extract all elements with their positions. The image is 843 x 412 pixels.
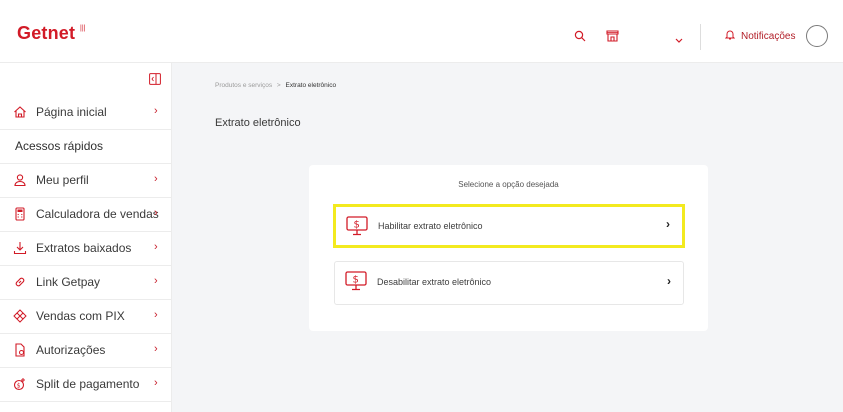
sidebar-collapse-icon[interactable] <box>149 72 161 90</box>
chevron-right-icon: › <box>667 274 671 288</box>
sidebar-item-pix[interactable]: Vendas com PIX › <box>0 300 171 334</box>
section-title: Acessos rápidos <box>15 139 104 153</box>
split-payment-icon: $ <box>13 377 27 391</box>
sidebar-item-label: Split de pagamento <box>36 377 140 391</box>
top-header: Getnet ||| Notificações <box>0 0 843 63</box>
store-icon[interactable] <box>606 29 619 47</box>
chevron-right-icon: › <box>154 207 158 219</box>
card-prompt: Selecione a opção desejada <box>458 180 559 189</box>
options-card: Selecione a opção desejada <box>309 165 708 331</box>
logo-mark: ||| <box>80 25 86 32</box>
sidebar-item-split-payment[interactable]: $ Split de pagamento › <box>0 368 171 402</box>
option-label: Habilitar extrato eletrônico <box>378 221 483 231</box>
header-divider <box>700 24 701 50</box>
download-icon <box>13 241 27 255</box>
page-title: Extrato eletrônico <box>215 117 301 129</box>
notifications-button[interactable]: Notificações <box>724 29 796 43</box>
chevron-right-icon: › <box>154 309 158 321</box>
sidebar-item-label: Vendas com PIX <box>36 309 125 323</box>
home-icon <box>13 105 27 119</box>
sidebar-item-label: Calculadora de vendas <box>36 207 159 221</box>
chevron-right-icon: › <box>154 173 158 185</box>
enable-e-statement-option[interactable]: $ Habilitar extrato eletrônico › <box>333 204 685 248</box>
sidebar-item-calculator[interactable]: Calculadora de vendas › <box>0 198 171 232</box>
breadcrumb-parent[interactable]: Produtos e serviços <box>215 82 272 89</box>
breadcrumb-current: Extrato eletrônico <box>285 82 337 89</box>
breadcrumb-separator: > <box>276 82 281 89</box>
sidebar-item-downloads[interactable]: Extratos baixados › <box>0 232 171 266</box>
bell-icon <box>724 29 736 43</box>
sidebar: Página inicial › Acessos rápidos Meu per… <box>0 63 172 412</box>
dollar-monitor-icon: $ <box>346 216 368 241</box>
svg-text:$: $ <box>354 220 360 231</box>
pix-icon <box>13 309 27 323</box>
sidebar-item-home[interactable]: Página inicial › <box>0 96 171 130</box>
chevron-right-icon: › <box>154 377 158 389</box>
dollar-monitor-icon: $ <box>345 271 367 296</box>
notifications-label: Notificações <box>741 30 796 42</box>
svg-text:$: $ <box>353 275 359 286</box>
user-icon <box>13 173 27 187</box>
sidebar-item-label: Link Getpay <box>36 275 101 289</box>
breadcrumb: Produtos e serviços > Extrato eletrônico <box>215 82 336 89</box>
search-icon[interactable] <box>574 29 586 47</box>
getnet-logo[interactable]: Getnet <box>17 23 75 44</box>
avatar[interactable] <box>806 25 828 47</box>
sidebar-item-label: Meu perfil <box>36 173 89 187</box>
sidebar-item-label: Página inicial <box>36 105 107 119</box>
chevron-down-icon[interactable] <box>675 31 683 49</box>
chevron-right-icon: › <box>154 275 158 287</box>
sidebar-item-link-getpay[interactable]: Link Getpay › <box>0 266 171 300</box>
sidebar-item-label: Autorizações <box>36 343 106 357</box>
chevron-right-icon: › <box>154 105 158 117</box>
svg-text:$: $ <box>17 383 21 390</box>
chevron-right-icon: › <box>154 343 158 355</box>
calculator-icon <box>13 207 27 221</box>
authorization-icon <box>13 343 27 357</box>
option-label: Desabilitar extrato eletrônico <box>377 277 492 287</box>
sidebar-item-profile[interactable]: Meu perfil › <box>0 164 171 198</box>
sidebar-item-label: Extratos baixados <box>36 241 132 255</box>
disable-e-statement-option[interactable]: $ Desabilitar extrato eletrônico › <box>334 261 684 305</box>
chevron-right-icon: › <box>154 241 158 253</box>
link-icon <box>13 275 27 289</box>
quick-access-section: Acessos rápidos <box>0 130 171 164</box>
sidebar-item-authorizations[interactable]: Autorizações › <box>0 334 171 368</box>
chevron-right-icon: › <box>666 217 670 231</box>
